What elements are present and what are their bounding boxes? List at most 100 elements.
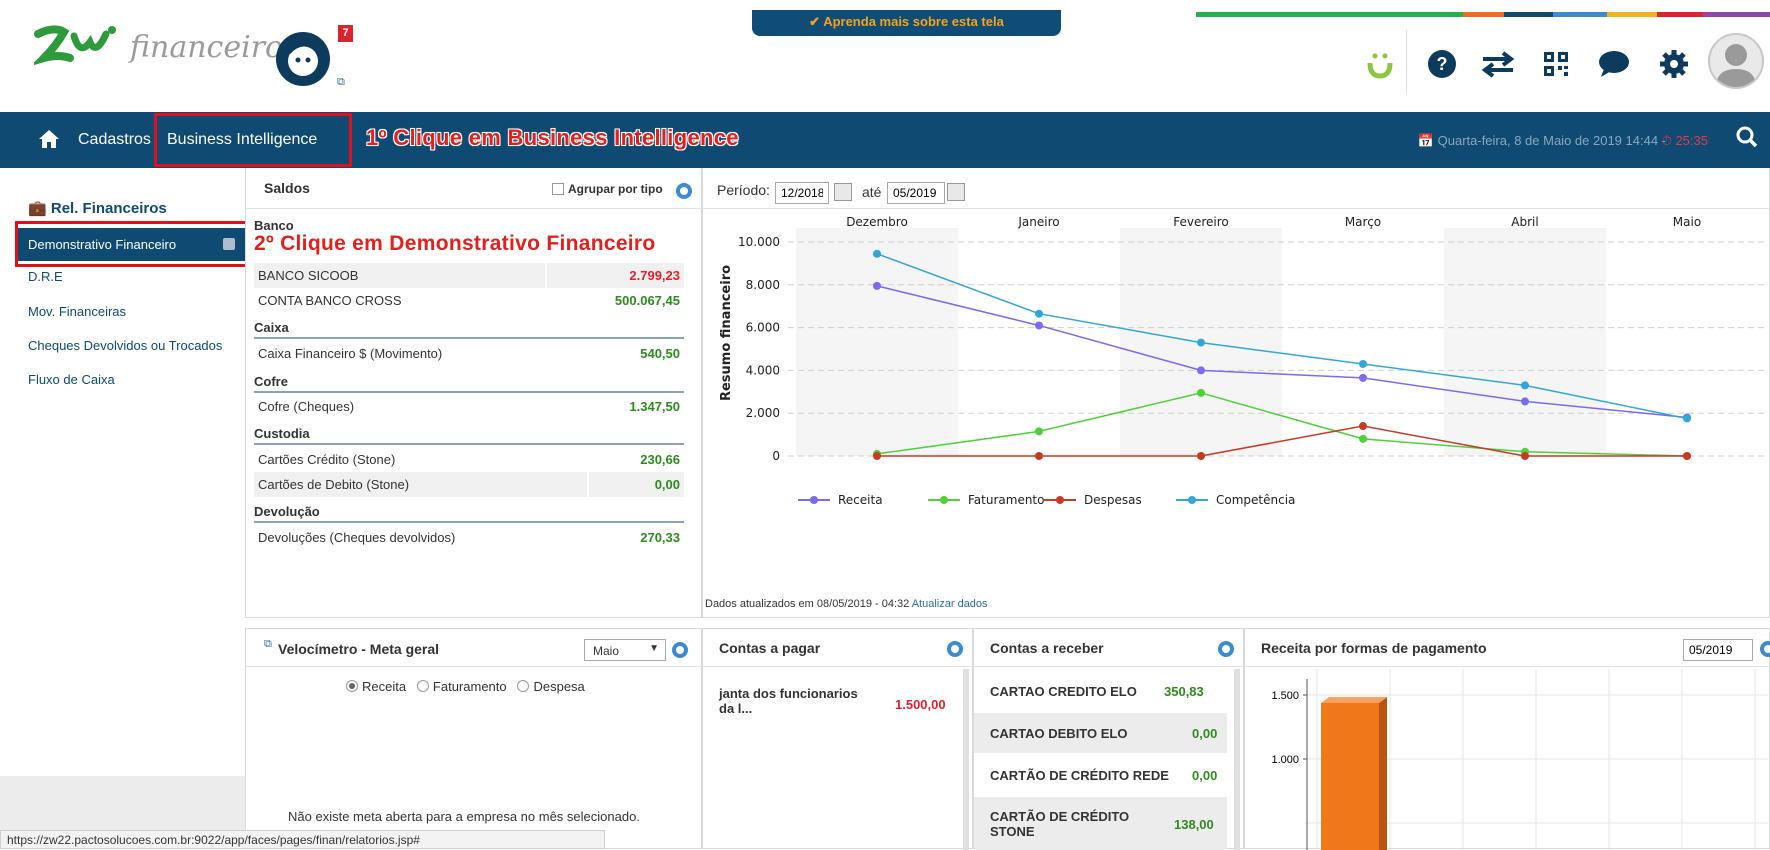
data-point [873,452,881,460]
radio-icon[interactable] [517,680,530,692]
plot-band [796,228,958,456]
saldo-row: Cofre (Cheques) 1.347,50 [254,394,684,419]
scrollbar[interactable] [963,669,969,850]
gear-icon[interactable] [1656,46,1692,82]
sidebar-item-dre[interactable]: D.R.E [28,269,63,284]
group-banco: Banco [254,218,294,233]
legend-label: Despesas [1084,493,1142,507]
refresh-icon[interactable] [947,641,963,657]
x-category-label: Março [1345,215,1381,229]
period-start-input[interactable] [775,182,829,204]
contas-pagar-panel: Contas a pagar janta dos funcionarios da… [702,628,974,850]
group-line [254,521,684,523]
x-category-label: Abril [1511,215,1538,229]
main-navbar: Cadastros Business Intelligence 1º Cliqu… [0,112,1770,168]
search-icon[interactable] [1736,126,1758,154]
contas-pagar-divider [703,666,974,667]
group-line [254,443,684,445]
option-faturamento[interactable]: Faturamento [416,679,507,694]
y-tick-label: 2.000 [746,406,780,420]
agrupar-label: Agrupar por tipo [568,182,663,196]
receita-bar [1321,703,1379,850]
receita-month-input[interactable] [1683,639,1753,661]
receber-row[interactable]: CARTAO CREDITO ELO 350,83 [974,671,1227,711]
legend-label: Competência [1216,493,1295,507]
refresh-icon[interactable] [1760,641,1770,657]
receber-row[interactable]: CARTÃO DE CRÉDITO REDE 0,00 [974,755,1227,795]
saldo-row: Devoluções (Cheques devolvidos) 270,33 [254,525,684,550]
group-line [254,337,684,339]
receita-bar-side [1379,697,1387,850]
x-category-label: Dezembro [846,215,908,229]
checkbox-box[interactable] [552,183,564,195]
saldo-label: Cartões de Debito (Stone) [258,477,410,492]
option-despesa[interactable]: Despesa [517,679,585,694]
row-separator [587,472,589,497]
saldo-value: 1.347,50 [629,399,680,414]
receber-label: CARTÃO DE CRÉDITO REDE [990,768,1169,783]
saldo-row: BANCO SICOOB 2.799,23 [254,263,684,288]
logo-text: financeiro [130,30,284,65]
x-category-label: Maio [1673,215,1701,229]
data-point [873,281,881,290]
receita-bar-chart: 1.500 1.000 [1271,669,1770,850]
refresh-icon[interactable] [1218,641,1234,657]
sidebar-item-cheques[interactable]: Cheques Devolvidos ou Trocados [28,338,222,353]
sidebar-item-mov-financeiras[interactable]: Mov. Financeiras [28,304,126,319]
saldo-label: Caixa Financeiro $ (Movimento) [258,346,443,361]
calendar-icon[interactable] [947,183,965,201]
option-label: Faturamento [432,679,507,694]
assistant-avatar[interactable] [276,32,330,86]
y-tick-label: 6.000 [746,321,780,335]
home-icon[interactable] [38,129,60,155]
sidebar-item-fluxo-caixa[interactable]: Fluxo de Caixa [28,372,115,387]
user-avatar[interactable] [1708,33,1764,89]
receita-divider [1245,666,1770,667]
help-icon[interactable]: ? [1424,46,1460,82]
data-point [1359,422,1367,431]
data-point [1035,321,1043,330]
agrupar-checkbox[interactable]: Agrupar por tipo [552,182,663,196]
financial-summary-chart: 0 2.000 4.000 6.000 8.000 10.000 Dezembro Janei… [719,215,1768,507]
y-tick-label: 1.000 [1271,754,1299,766]
velocimetro-panel: ⧉ Velocímetro - Meta geral Maio ▼ Receit… [245,628,703,849]
y-tick-label: 8.000 [746,278,780,292]
switch-icon[interactable] [1480,46,1516,82]
radio-icon[interactable] [346,680,358,692]
top-header: financeiro 7 ⧉ ✔ Aprenda mais sobre esta… [0,0,1770,112]
month-select[interactable]: Maio ▼ [584,639,666,661]
learn-more-tab[interactable]: ✔ Aprenda mais sobre esta tela [752,10,1061,36]
current-date: 📅 Quarta-feira, 8 de Maio de 2019 14:44 … [1417,133,1666,148]
receber-value: 138,00 [1174,817,1214,832]
scrollbar[interactable] [1234,669,1240,850]
receber-value: 350,83 [1164,684,1204,699]
legend-label: Receita [838,493,883,507]
calendar-icon[interactable] [834,183,852,201]
external-link-icon[interactable]: ⧉ [337,76,345,89]
receber-label: CARTAO DEBITO ELO [990,726,1128,741]
refresh-icon[interactable] [676,183,692,199]
legend-marker [1056,496,1064,504]
icons-divider [1406,30,1407,94]
sidebar-title-label: Rel. Financeiros [50,200,167,217]
qrcode-icon[interactable] [1538,46,1574,82]
callout-step-1: 1º Clique em Business Intelligence [366,125,739,150]
periodo-label: Período: [717,182,770,198]
refresh-icon[interactable] [672,642,688,658]
period-end-input[interactable] [887,182,945,204]
zw-logo-icon[interactable] [34,24,126,68]
receber-row[interactable]: CARTÃO DE CRÉDITO STONE 138,00 [974,797,1227,850]
receber-row[interactable]: CARTAO DEBITO ELO 0,00 [974,713,1227,753]
chat-icon[interactable] [1596,46,1632,82]
conta-pagar-label[interactable]: janta dos funcionarios da l... [719,686,869,716]
saldo-value: 0,00 [654,477,680,492]
pacto-icon[interactable] [1362,46,1398,82]
radio-icon[interactable] [416,680,429,692]
option-receita[interactable]: Receita [346,679,406,694]
legend-marker [940,496,948,504]
saldo-row: Caixa Financeiro $ (Movimento) 540,50 [254,341,684,366]
external-link-icon[interactable]: ⧉ [264,638,272,651]
saldo-label: Cofre (Cheques) [258,399,355,414]
saldo-row: Cartões Crédito (Stone) 230,66 [254,447,684,472]
nav-cadastros[interactable]: Cadastros [78,131,151,149]
